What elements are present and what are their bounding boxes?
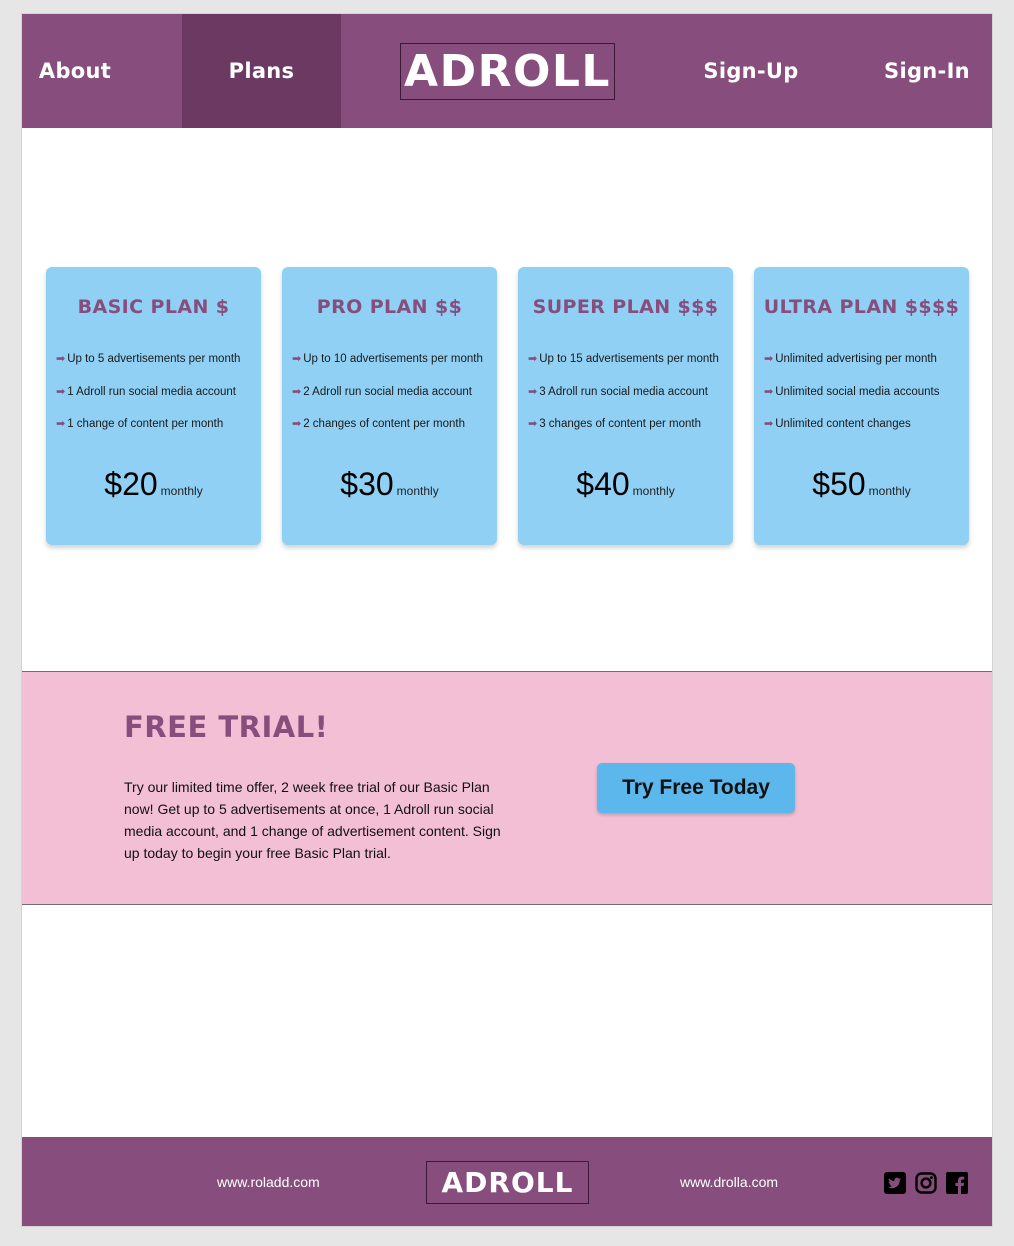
- plan-feature: ➡ 1 change of content per month: [56, 417, 261, 431]
- plan-period: monthly: [396, 484, 439, 498]
- plan-price: $50: [812, 466, 866, 502]
- facebook-icon[interactable]: [946, 1172, 968, 1194]
- plan-feature: ➡ Unlimited social media accounts: [764, 385, 969, 399]
- page: About Plans ADROLL Sign-Up Sign-In BASIC…: [22, 14, 992, 1226]
- header-logo[interactable]: ADROLL: [400, 43, 615, 100]
- arrow-right-icon: ➡: [292, 353, 302, 365]
- plan-feature: ➡ 1 Adroll run social media account: [56, 385, 261, 399]
- plan-feature-text: 2 changes of content per month: [303, 417, 465, 430]
- plan-period: monthly: [868, 484, 911, 498]
- plan-feature: ➡ 2 Adroll run social media account: [292, 385, 497, 399]
- plan-feature-text: 3 Adroll run social media account: [539, 385, 708, 398]
- arrow-right-icon: ➡: [764, 418, 774, 430]
- footer: www.roladd.com ADROLL www.drolla.com: [22, 1137, 992, 1226]
- arrow-right-icon: ➡: [56, 418, 66, 430]
- plan-feature-text: 2 Adroll run social media account: [303, 385, 472, 398]
- plan-price: $40: [576, 466, 630, 502]
- plan-period: monthly: [632, 484, 675, 498]
- plan-price-row: $40 monthly: [518, 466, 733, 503]
- arrow-right-icon: ➡: [56, 386, 66, 398]
- plan-feature-text: Up to 10 advertisements per month: [303, 352, 483, 365]
- nav-about-link[interactable]: About: [22, 14, 128, 128]
- plan-feature: ➡ Up to 15 advertisements per month: [528, 352, 733, 366]
- plan-card-basic: BASIC PLAN $ ➡ Up to 5 advertisements per…: [46, 267, 261, 545]
- arrow-right-icon: ➡: [56, 353, 66, 365]
- arrow-right-icon: ➡: [292, 386, 302, 398]
- nav-signup-link[interactable]: Sign-Up: [682, 14, 820, 128]
- arrow-right-icon: ➡: [528, 418, 538, 430]
- plan-feature: ➡ 3 Adroll run social media account: [528, 385, 733, 399]
- plan-feature: ➡ Unlimited advertising per month: [764, 352, 969, 366]
- plan-feature-text: Up to 5 advertisements per month: [67, 352, 241, 365]
- arrow-right-icon: ➡: [764, 353, 774, 365]
- arrow-right-icon: ➡: [528, 353, 538, 365]
- footer-logo[interactable]: ADROLL: [426, 1161, 589, 1204]
- plan-feature: ➡ Unlimited content changes: [764, 417, 969, 431]
- footer-link-drolla[interactable]: www.drolla.com: [680, 1137, 778, 1226]
- twitter-icon[interactable]: [884, 1172, 906, 1194]
- arrow-right-icon: ➡: [528, 386, 538, 398]
- free-trial-title: FREE TRIAL!: [124, 710, 329, 744]
- free-trial-description: Try our limited time offer, 2 week free …: [124, 779, 501, 861]
- plan-price-row: $30 monthly: [282, 466, 497, 503]
- plan-feature-text: Unlimited content changes: [775, 417, 911, 430]
- arrow-right-icon: ➡: [292, 418, 302, 430]
- plan-price-row: $50 monthly: [754, 466, 969, 503]
- plan-feature: ➡ 3 changes of content per month: [528, 417, 733, 431]
- free-trial-section: FREE TRIAL! Try our limited time offer, …: [22, 671, 992, 905]
- plan-feature: ➡ Up to 5 advertisements per month: [56, 352, 261, 366]
- plan-feature-text: 1 change of content per month: [67, 417, 224, 430]
- plan-title: SUPER PLAN $$$: [532, 296, 719, 318]
- nav-plans-link[interactable]: Plans: [182, 14, 341, 128]
- plan-feature-text: Unlimited social media accounts: [775, 385, 940, 398]
- plan-feature-text: 3 changes of content per month: [539, 417, 701, 430]
- try-free-button[interactable]: Try Free Today: [597, 763, 795, 813]
- plan-title: BASIC PLAN $: [77, 296, 230, 318]
- plan-card-ultra: ULTRA PLAN $$$$ ➡ Unlimited advertising p…: [754, 267, 969, 545]
- plan-feature-text: 1 Adroll run social media account: [67, 385, 236, 398]
- footer-link-roladd[interactable]: www.roladd.com: [217, 1137, 320, 1226]
- plan-price-row: $20 monthly: [46, 466, 261, 503]
- header: About Plans ADROLL Sign-Up Sign-In: [22, 14, 992, 128]
- plan-card-pro: PRO PLAN $$ ➡ Up to 10 advertisements per…: [282, 267, 497, 545]
- plan-card-super: SUPER PLAN $$$ ➡ Up to 15 advertisements …: [518, 267, 733, 545]
- arrow-right-icon: ➡: [764, 386, 774, 398]
- plan-title: ULTRA PLAN $$$$: [763, 296, 960, 318]
- plan-price: $30: [340, 466, 394, 502]
- plan-feature: ➡ Up to 10 advertisements per month: [292, 352, 497, 366]
- plan-feature: ➡ 2 changes of content per month: [292, 417, 497, 431]
- plan-price: $20: [104, 466, 158, 502]
- plan-feature-text: Up to 15 advertisements per month: [539, 352, 719, 365]
- plan-feature-text: Unlimited advertising per month: [775, 352, 937, 365]
- plan-period: monthly: [160, 484, 203, 498]
- instagram-icon[interactable]: [915, 1172, 937, 1194]
- plan-title: PRO PLAN $$: [316, 296, 463, 318]
- nav-signin-link[interactable]: Sign-In: [862, 14, 992, 128]
